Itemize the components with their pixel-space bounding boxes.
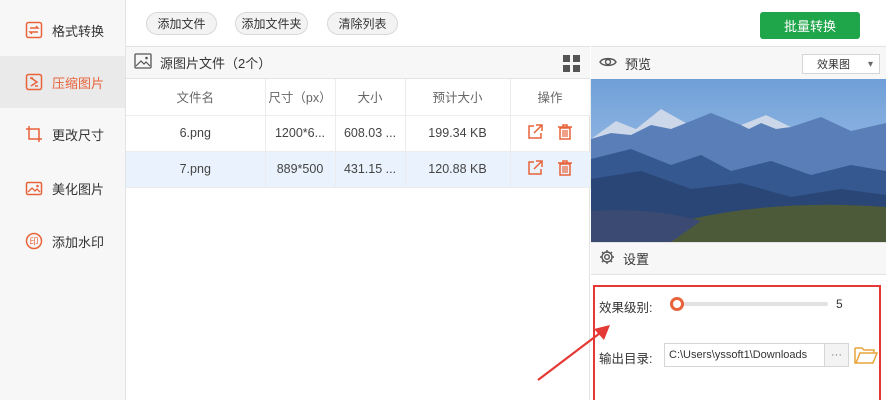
preview-header: 预览 效果图 ▾ <box>591 46 886 79</box>
grid-view-icon[interactable] <box>563 55 580 72</box>
sidebar-item-label: 添加水印 <box>52 234 105 250</box>
app-window: 格式转换 压缩图片 更改尺寸 美化图片 印 添加水印 添加文件 添加文件夹 清除… <box>0 0 886 400</box>
settings-header: 设置 <box>591 242 886 275</box>
cell-size: 431.15 ... <box>335 151 406 188</box>
column-header-filename[interactable]: 文件名 <box>126 79 266 116</box>
file-table: 文件名 尺寸（px） 大小 预计大小 操作 6.png 1200*6... 60… <box>126 79 591 188</box>
image-icon <box>134 53 152 72</box>
cell-size: 608.03 ... <box>335 115 406 152</box>
preview-mode-select[interactable]: 效果图 ▾ <box>802 54 880 74</box>
annotation-arrow-icon <box>537 325 610 381</box>
add-file-button[interactable]: 添加文件 <box>146 12 217 35</box>
svg-text:印: 印 <box>29 236 38 248</box>
eye-icon <box>599 55 617 72</box>
cell-estimated-size: 120.88 KB <box>405 151 511 188</box>
cell-dimensions: 1200*6... <box>265 115 336 152</box>
sidebar-item-compress-image[interactable]: 压缩图片 <box>0 56 125 108</box>
file-panel-header: 源图片文件（2个） <box>126 46 590 79</box>
table-header-row: 文件名 尺寸（px） 大小 预计大小 操作 <box>126 79 591 116</box>
preview-title: 预览 <box>625 56 652 72</box>
watermark-icon: 印 <box>24 231 44 251</box>
column-header-actions: 操作 <box>510 79 591 116</box>
cell-filename: 7.png <box>126 151 266 188</box>
sidebar-item-format-convert[interactable]: 格式转换 <box>0 4 125 56</box>
sidebar-item-beautify-image[interactable]: 美化图片 <box>0 162 125 214</box>
cell-dimensions: 889*500 <box>265 151 336 188</box>
delete-icon[interactable] <box>556 159 574 180</box>
sidebar-item-label: 压缩图片 <box>52 75 105 91</box>
column-header-estimated-size[interactable]: 预计大小 <box>405 79 511 116</box>
cell-filename: 6.png <box>126 115 266 152</box>
batch-convert-button[interactable]: 批量转换 <box>760 12 860 39</box>
file-panel-title: 源图片文件（2个） <box>160 56 272 71</box>
resize-icon <box>24 124 44 144</box>
sidebar-item-watermark[interactable]: 印 添加水印 <box>0 215 125 267</box>
highlight-box <box>593 285 881 400</box>
sidebar-item-label: 美化图片 <box>52 181 105 197</box>
open-external-icon[interactable] <box>526 159 544 180</box>
table-row[interactable]: 7.png 889*500 431.15 ... 120.88 KB <box>126 151 591 188</box>
sidebar-item-label: 格式转换 <box>52 23 105 39</box>
column-header-size[interactable]: 大小 <box>335 79 406 116</box>
sidebar: 格式转换 压缩图片 更改尺寸 美化图片 印 添加水印 <box>0 0 126 400</box>
add-folder-button[interactable]: 添加文件夹 <box>235 12 308 35</box>
preview-mode-value: 效果图 <box>817 59 850 71</box>
settings-title: 设置 <box>623 252 650 267</box>
gear-icon <box>599 249 615 268</box>
sidebar-item-resize[interactable]: 更改尺寸 <box>0 108 125 160</box>
table-row[interactable]: 6.png 1200*6... 608.03 ... 199.34 KB <box>126 115 591 152</box>
compress-image-icon <box>24 72 44 92</box>
cell-actions <box>510 115 591 152</box>
chevron-down-icon: ▾ <box>867 59 873 70</box>
beautify-image-icon <box>24 178 44 198</box>
open-external-icon[interactable] <box>526 123 544 144</box>
clear-list-button[interactable]: 清除列表 <box>327 12 398 35</box>
column-header-dimensions[interactable]: 尺寸（px） <box>265 79 336 116</box>
cell-actions <box>510 151 591 188</box>
cell-estimated-size: 199.34 KB <box>405 115 511 152</box>
preview-image <box>591 79 886 242</box>
sidebar-item-label: 更改尺寸 <box>52 127 105 143</box>
delete-icon[interactable] <box>556 123 574 144</box>
toolbar: 添加文件 添加文件夹 清除列表 批量转换 <box>126 0 886 46</box>
format-convert-icon <box>24 20 44 40</box>
